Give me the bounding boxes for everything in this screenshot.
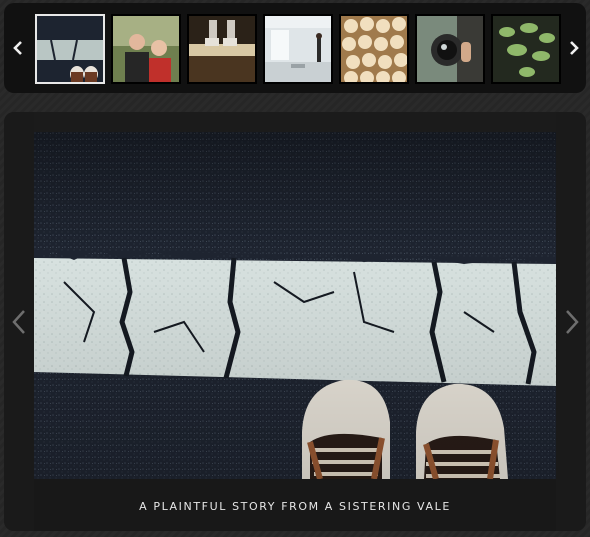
viewer-next-button[interactable] — [560, 302, 584, 342]
thumb-feet-on-wood[interactable] — [187, 14, 257, 84]
thumb-white-room-image — [265, 16, 331, 82]
thumbnail-strip — [4, 3, 586, 93]
thumb-road-sneakers[interactable] — [35, 14, 105, 84]
thumb-two-kids-image — [113, 16, 179, 82]
caption-bar: A PLAINTFUL STORY FROM A SISTERING VALE — [34, 479, 556, 531]
viewer-prev-button[interactable] — [7, 302, 31, 342]
chevron-left-icon — [12, 310, 25, 334]
photo-caption: A PLAINTFUL STORY FROM A SISTERING VALE — [139, 499, 451, 513]
chevron-right-icon — [566, 310, 579, 334]
image-viewer: A PLAINTFUL STORY FROM A SISTERING VALE — [4, 112, 586, 531]
thumb-two-kids[interactable] — [111, 14, 181, 84]
chevron-left-icon — [13, 41, 22, 55]
thumb-lily-pads[interactable] — [491, 14, 561, 84]
thumb-feet-on-wood-image — [189, 16, 255, 82]
chevron-right-icon — [570, 41, 579, 55]
thumb-white-room[interactable] — [263, 14, 333, 84]
thumbs-prev-button[interactable] — [6, 36, 30, 60]
thumb-camera-lens-image — [417, 16, 483, 82]
thumb-bread-rolls-image — [341, 16, 407, 82]
main-photo — [34, 132, 556, 479]
thumbnail-list — [35, 14, 563, 84]
thumb-camera-lens[interactable] — [415, 14, 485, 84]
thumb-road-sneakers-image — [37, 16, 103, 82]
road-sneakers-photo — [34, 132, 556, 479]
thumb-bread-rolls[interactable] — [339, 14, 409, 84]
thumbs-next-button[interactable] — [562, 36, 586, 60]
thumb-lily-pads-image — [493, 16, 559, 82]
